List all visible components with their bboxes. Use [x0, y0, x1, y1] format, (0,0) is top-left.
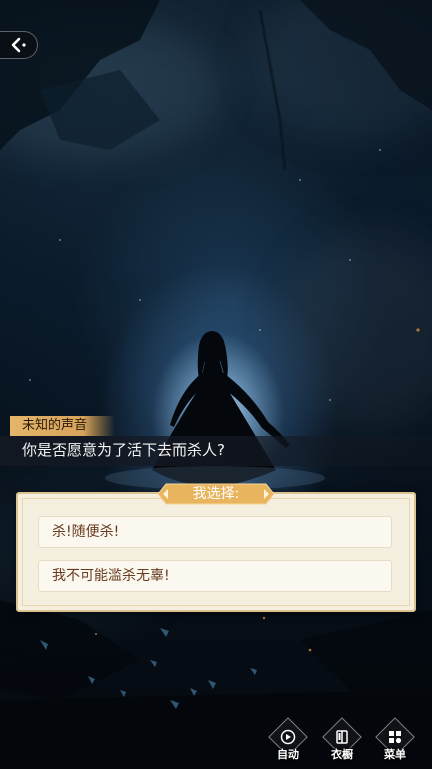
game-scene[interactable]: 未知的声音 你是否愿意为了活下去而杀人? 我选择: 杀!随便杀! 我不可能滥杀无… [0, 0, 432, 769]
scene-artwork [0, 0, 432, 769]
choice-title: 我选择: [192, 486, 240, 502]
wardrobe-icon [336, 730, 348, 744]
menu-grid-icon [389, 731, 402, 744]
back-arrow-icon [11, 37, 26, 53]
speaker-name: 未知的声音 [10, 416, 116, 436]
wardrobe-label: 衣橱 [331, 748, 353, 761]
choice-option-1[interactable]: 杀!随便杀! [38, 516, 392, 548]
choice-panel [16, 492, 416, 612]
auto-button[interactable]: 自动 [268, 717, 308, 764]
menu-label: 菜单 [384, 748, 406, 761]
back-button[interactable] [0, 31, 38, 59]
menu-button[interactable]: 菜单 [375, 717, 415, 764]
play-icon [280, 729, 296, 745]
wardrobe-button[interactable]: 衣橱 [322, 717, 362, 764]
auto-label: 自动 [277, 748, 299, 761]
choice-title-banner: 我选择: [158, 482, 274, 506]
dialogue-text: 你是否愿意为了活下去而杀人? [22, 441, 225, 459]
choice-option-2[interactable]: 我不可能滥杀无辜! [38, 560, 392, 592]
